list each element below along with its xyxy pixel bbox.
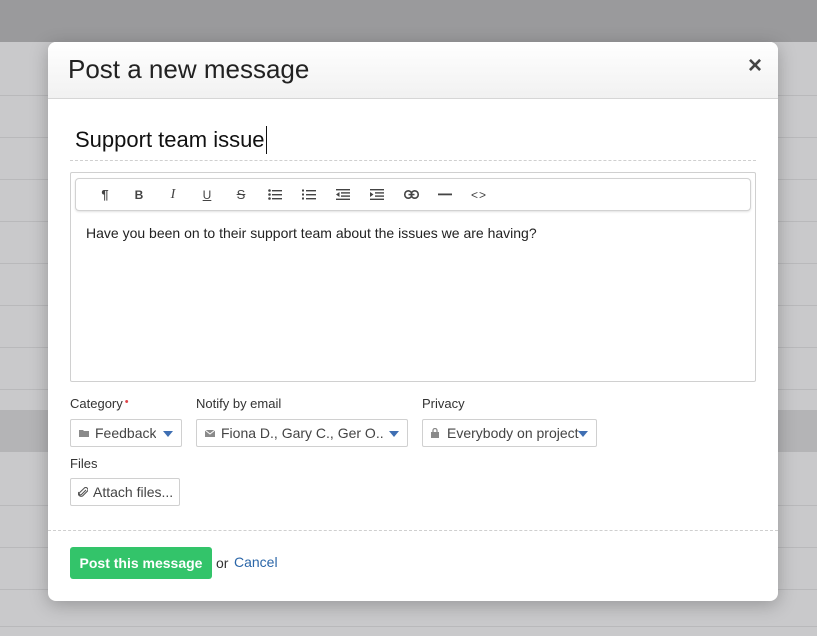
subject-input[interactable]: Support team issue <box>75 126 267 154</box>
cancel-link[interactable]: Cancel <box>234 554 278 570</box>
category-label: Category • <box>70 396 129 411</box>
privacy-select[interactable]: Everybody on project <box>422 419 597 447</box>
horizontal-rule-icon[interactable] <box>428 179 462 210</box>
files-label: Files <box>70 456 98 471</box>
code-glyph: <> <box>470 187 487 202</box>
strikethrough-glyph: S <box>236 187 246 202</box>
message-body[interactable]: Have you been on to their support team a… <box>86 225 537 241</box>
folder-icon <box>79 428 89 438</box>
post-message-button[interactable]: Post this message <box>70 547 212 579</box>
underline-glyph: U <box>202 187 212 202</box>
strikethrough-icon[interactable]: S <box>224 179 258 210</box>
numbered-list-icon[interactable] <box>292 179 326 210</box>
editor-toolbar: ¶ B I U S <> <box>75 178 751 211</box>
attach-files-button[interactable]: Attach files... <box>70 478 180 506</box>
message-editor[interactable]: ¶ B I U S <> Have you been on to their s… <box>70 172 756 382</box>
indent-icon[interactable] <box>360 179 394 210</box>
chevron-down-icon <box>578 431 588 437</box>
bullet-list-icon[interactable] <box>258 179 292 210</box>
envelope-icon <box>205 428 215 438</box>
chevron-down-icon <box>389 431 399 437</box>
new-message-dialog: Post a new message × Support team issue … <box>48 42 778 601</box>
category-value: Feedback <box>95 425 157 441</box>
paragraph-glyph: ¶ <box>101 187 109 202</box>
italic-icon[interactable]: I <box>156 179 190 210</box>
paragraph-icon[interactable]: ¶ <box>88 179 122 210</box>
paperclip-icon <box>78 486 88 498</box>
background-topbar <box>0 0 817 42</box>
privacy-label: Privacy <box>422 396 465 411</box>
code-icon[interactable]: <> <box>462 179 496 210</box>
dialog-title: Post a new message <box>68 54 310 84</box>
notify-label: Notify by email <box>196 396 282 411</box>
or-text: or <box>216 555 229 571</box>
italic-glyph: I <box>170 186 176 202</box>
link-icon[interactable] <box>394 179 428 210</box>
required-marker: • <box>124 396 129 408</box>
chevron-down-icon <box>163 431 173 437</box>
bold-glyph: B <box>134 187 144 202</box>
outdent-icon[interactable] <box>326 179 360 210</box>
subject-field[interactable]: Support team issue <box>70 120 756 161</box>
bold-icon[interactable]: B <box>122 179 156 210</box>
privacy-value: Everybody on project <box>447 425 579 441</box>
dialog-header: Post a new message × <box>48 42 778 99</box>
background-divider <box>0 626 817 627</box>
attach-files-label: Attach files... <box>93 484 174 500</box>
underline-icon[interactable]: U <box>190 179 224 210</box>
category-label-text: Category <box>70 396 123 411</box>
lock-icon <box>431 428 441 438</box>
category-select[interactable]: Feedback <box>70 419 182 447</box>
close-icon[interactable]: × <box>746 54 764 78</box>
footer-divider <box>48 530 778 531</box>
notify-value: Fiona D., Gary C., Ger O... <box>221 425 383 441</box>
notify-select[interactable]: Fiona D., Gary C., Ger O... <box>196 419 408 447</box>
